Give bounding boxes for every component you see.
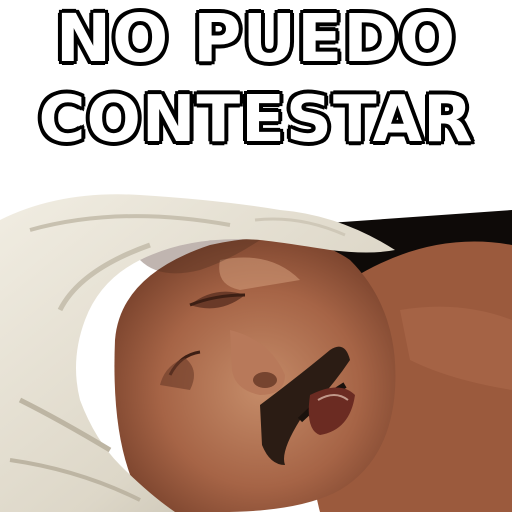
sticker: NO PUEDO CONTESTAR bbox=[0, 0, 512, 512]
caption: NO PUEDO CONTESTAR bbox=[0, 0, 512, 170]
caption-line-1: NO PUEDO bbox=[53, 0, 457, 77]
caption-line-2: CONTESTAR bbox=[36, 83, 475, 157]
sleeping-man-photo bbox=[0, 194, 512, 512]
